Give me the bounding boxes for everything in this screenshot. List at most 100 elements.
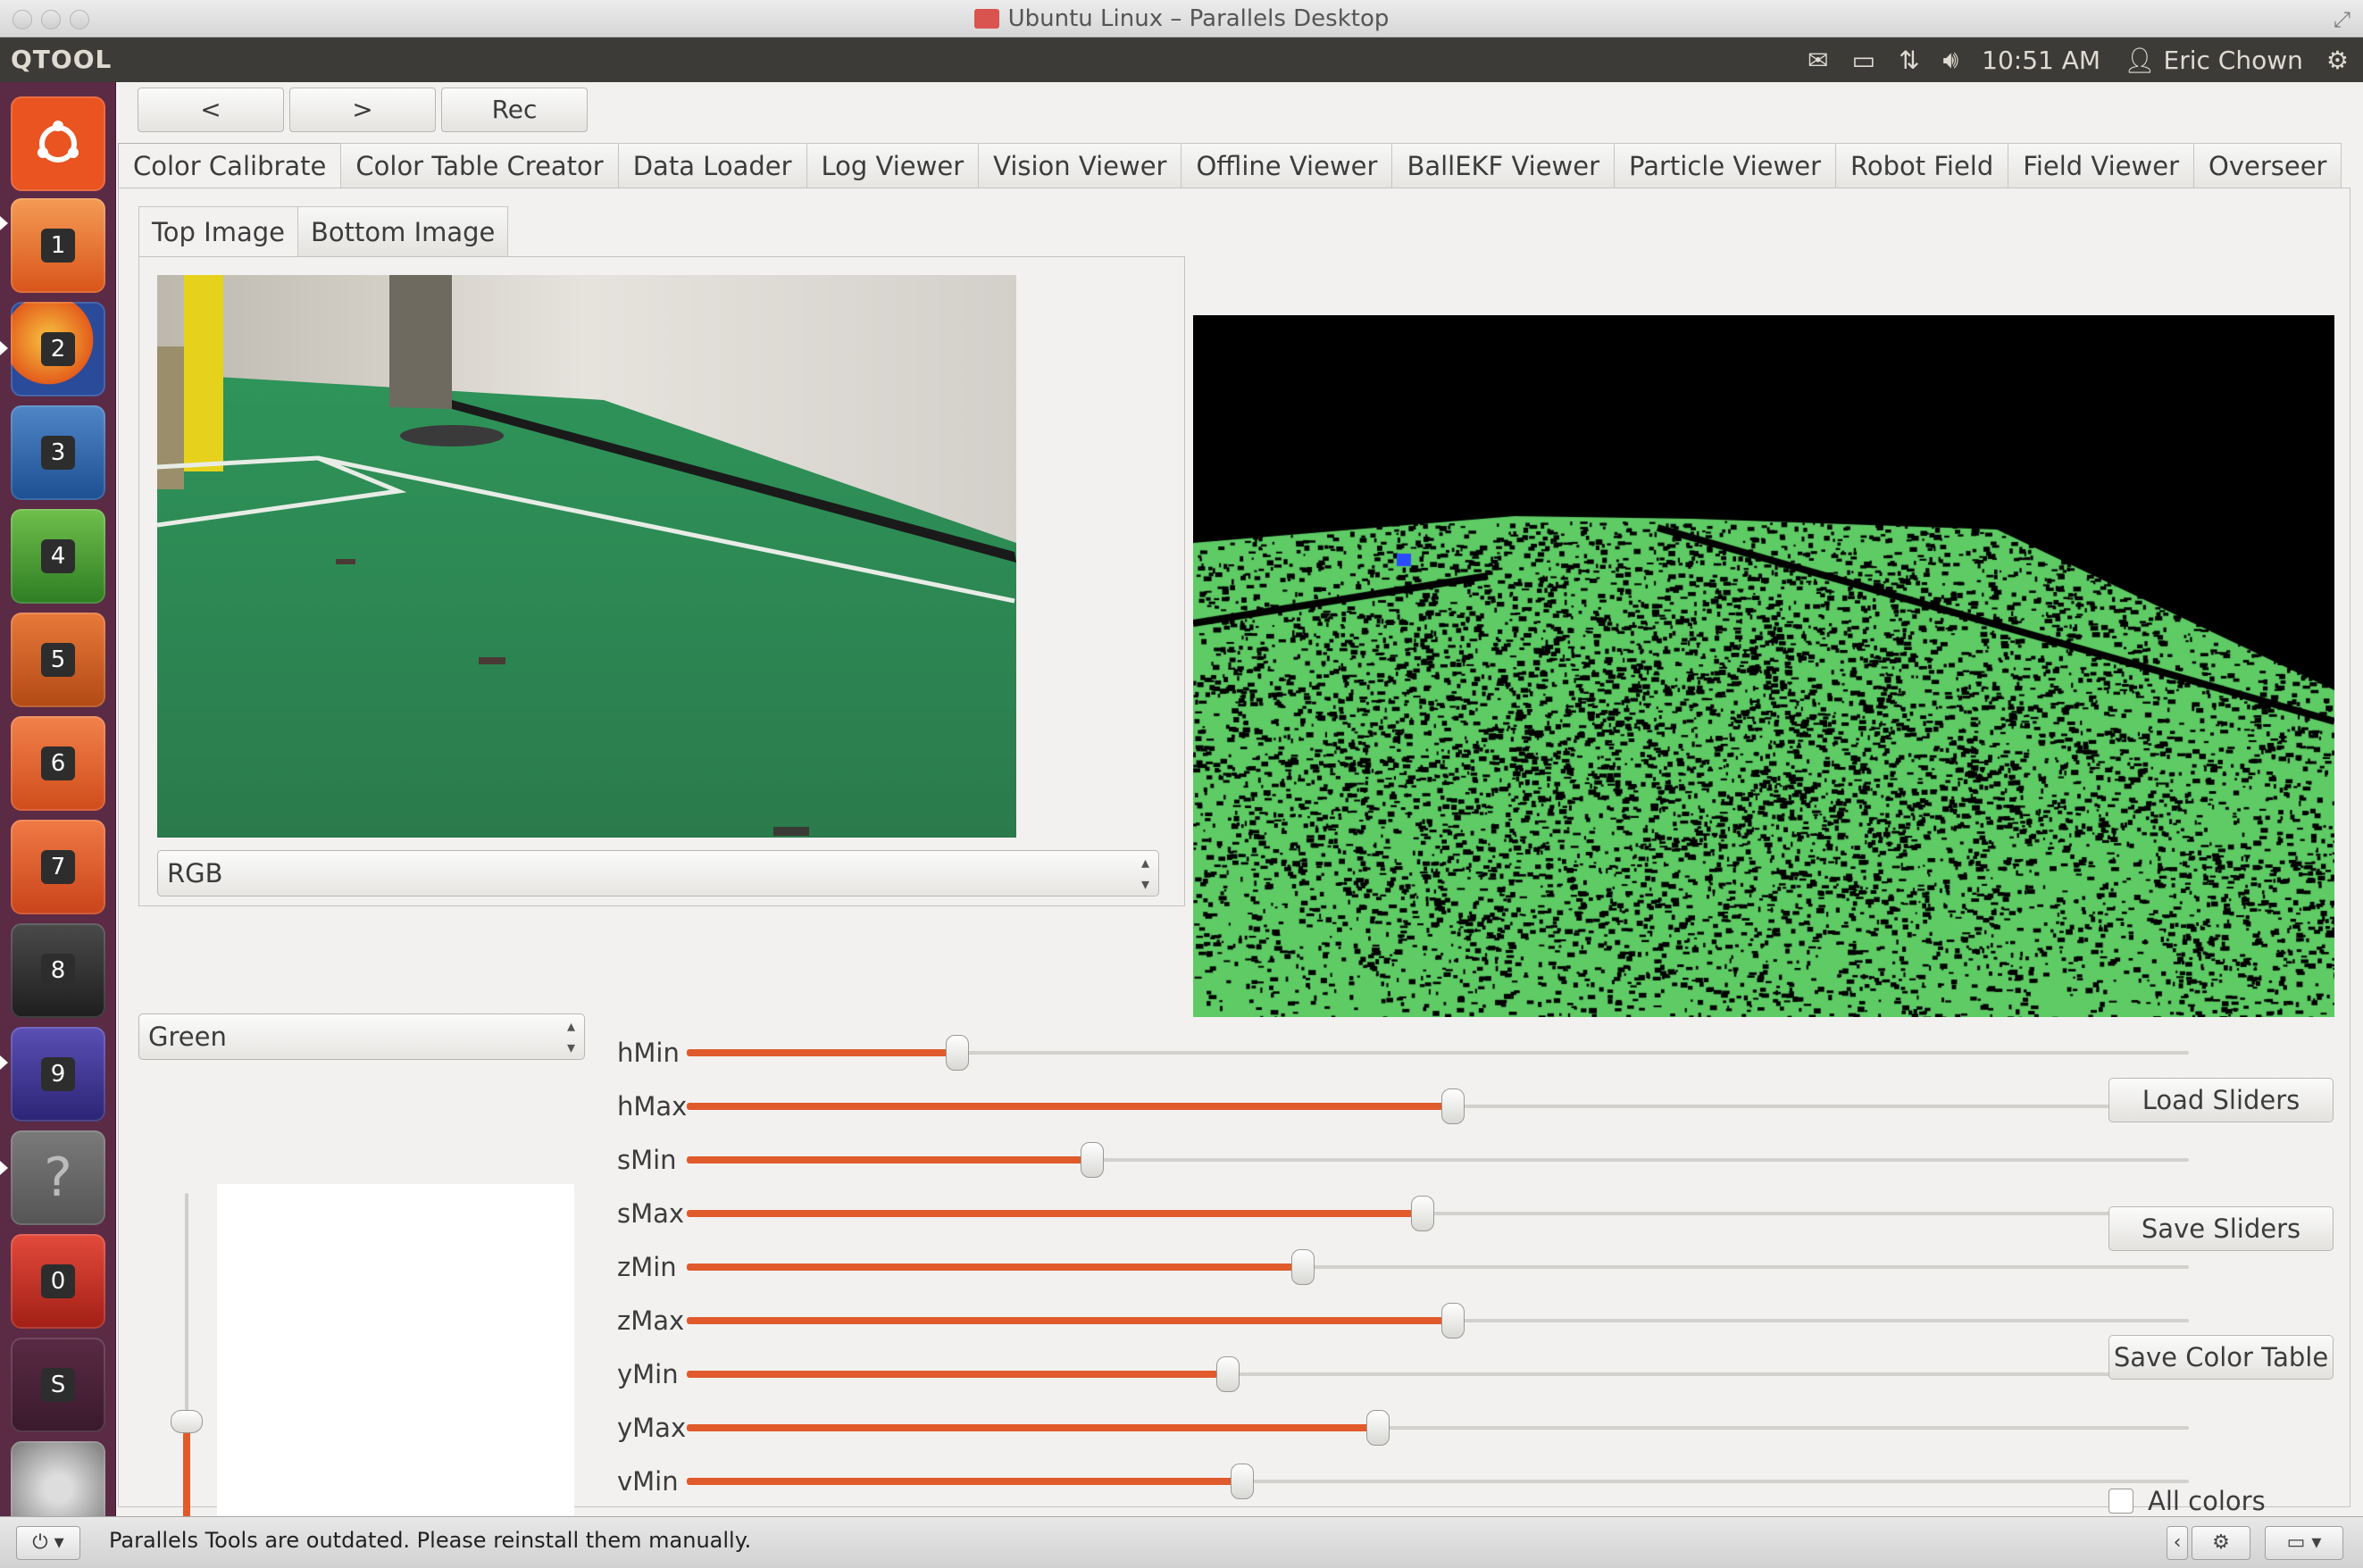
color-select[interactable]: Green ▴ ▾ (138, 1013, 585, 1060)
slider-track[interactable] (687, 1356, 2189, 1392)
user-menu[interactable]: 👤︎ Eric Chown (2124, 46, 2303, 75)
slider-handle[interactable] (1231, 1464, 1255, 1499)
slider-track[interactable] (687, 1142, 2189, 1178)
checkbox-box[interactable] (2108, 1489, 2133, 1514)
tab-log-viewer[interactable]: Log Viewer (806, 143, 980, 188)
next-button[interactable]: > (289, 88, 436, 132)
save-color-table-button[interactable]: Save Color Table (2108, 1335, 2334, 1380)
launcher-item-terminal[interactable]: 8 (11, 923, 105, 1018)
launcher-item-system-settings[interactable]: 0 (11, 1234, 105, 1329)
slider-row-vmin: vMin (617, 1460, 2189, 1503)
slider-track[interactable] (687, 1303, 2189, 1339)
slider-handle[interactable] (1365, 1410, 1390, 1446)
tab-robot-field[interactable]: Robot Field (1835, 143, 2009, 188)
launcher-badge: 1 (41, 229, 75, 263)
launcher-item-calc[interactable]: 4 (11, 509, 105, 604)
select-arrows-icon: ▴ ▾ (566, 1017, 575, 1057)
parallels-statusbar: ⏻ ▾ Parallels Tools are outdated. Please… (0, 1516, 2363, 1568)
vertical-slider[interactable] (171, 1193, 203, 1550)
collapse-left-button[interactable]: ‹ (2167, 1526, 2188, 1560)
slider-handle[interactable] (1081, 1142, 1105, 1178)
load-sliders-button[interactable]: Load Sliders (2108, 1078, 2334, 1122)
launcher-item-dvd[interactable] (11, 1441, 105, 1516)
launcher-item-eclipse[interactable]: 9 (11, 1027, 105, 1122)
tab-data-loader[interactable]: Data Loader (617, 143, 807, 188)
tab-field-viewer[interactable]: Field Viewer (2008, 143, 2195, 188)
tab-vision-viewer[interactable]: Vision Viewer (978, 143, 1182, 188)
vertical-slider-handle[interactable] (171, 1410, 203, 1433)
slider-handle[interactable] (1290, 1249, 1315, 1285)
launcher-item-ubuntu-one[interactable]: 7 (11, 820, 105, 914)
slider-handle[interactable] (945, 1035, 969, 1071)
image-tabs: Top Image Bottom Image (138, 206, 509, 256)
slider-fill (687, 1424, 1378, 1431)
slider-row-smin: sMin (617, 1138, 2189, 1181)
slider-track[interactable] (687, 1249, 2189, 1285)
launcher-badge: 3 (41, 436, 75, 470)
slider-label: yMin (617, 1359, 679, 1389)
slider-label: zMax (617, 1305, 685, 1336)
rec-button[interactable]: Rec (441, 88, 588, 132)
running-indicator (0, 341, 8, 355)
tab-color-table-creator[interactable]: Color Table Creator (340, 143, 619, 188)
prev-button[interactable]: < (138, 88, 284, 132)
slider-fill (687, 1371, 1228, 1378)
select-arrows-icon: ▴ ▾ (1140, 854, 1149, 894)
power-button[interactable]: ⏻ ▾ (16, 1526, 80, 1560)
launcher-item-writer[interactable]: 3 (11, 405, 105, 500)
tab-top-image[interactable]: Top Image (138, 206, 298, 256)
slider-track[interactable] (687, 1196, 2189, 1231)
launcher-badge: 2 (41, 332, 75, 366)
slider-handle[interactable] (1440, 1303, 1465, 1339)
vm-settings-button[interactable]: ⚙ (2192, 1526, 2250, 1560)
launcher-badge: 4 (41, 539, 75, 573)
volume-icon[interactable]: 🔊︎ (1943, 45, 1959, 75)
battery-icon[interactable]: ▭ (1852, 46, 1875, 75)
slider-row-smax: sMax (617, 1192, 2189, 1235)
settings-gear-icon[interactable]: ⚙ (2326, 46, 2349, 75)
tab-ballekf-viewer[interactable]: BallEKF Viewer (1391, 143, 1616, 188)
fullscreen-icon[interactable]: ⤢ (2334, 7, 2350, 32)
slider-fill (687, 1103, 1453, 1110)
color-mask-view[interactable] (1193, 315, 2334, 1017)
network-icon[interactable]: ⇅ (1899, 46, 1919, 75)
slider-label: hMax (617, 1091, 688, 1122)
slider-label: hMin (617, 1038, 680, 1068)
slider-label: sMin (617, 1145, 677, 1175)
save-sliders-button[interactable]: Save Sliders (2108, 1206, 2334, 1251)
slider-track[interactable] (687, 1088, 2189, 1124)
window-title: Ubuntu Linux – Parallels Desktop (0, 5, 2363, 32)
launcher-item-dash[interactable] (11, 96, 105, 191)
launcher-item-help[interactable]: ? (11, 1130, 105, 1225)
launcher-item-files[interactable]: 1 (11, 198, 105, 293)
tab-overseer[interactable]: Overseer (2193, 143, 2342, 188)
parallels-app-icon (973, 9, 999, 29)
gear-icon: ⚙ (2212, 1531, 2230, 1554)
launcher-badge: 0 (41, 1264, 75, 1298)
camera-image[interactable] (157, 275, 1016, 838)
launcher-item-workspace-switcher[interactable]: S (11, 1338, 105, 1432)
tab-bottom-image[interactable]: Bottom Image (296, 206, 509, 256)
image-mode-select[interactable]: RGB ▴ ▾ (157, 850, 1159, 897)
tab-color-calibrate[interactable]: Color Calibrate (118, 143, 342, 189)
slider-handle[interactable] (1440, 1088, 1465, 1124)
clock[interactable]: 10:51 AM (1982, 46, 2100, 75)
slider-track[interactable] (687, 1410, 2189, 1446)
mail-icon[interactable]: ✉ (1808, 46, 1828, 75)
launcher-item-software-center[interactable]: 6 (11, 716, 105, 811)
launcher-badge: 7 (41, 850, 75, 884)
slider-track[interactable] (687, 1464, 2189, 1499)
launcher-item-firefox[interactable]: 2 (11, 302, 105, 396)
field-photo (157, 275, 1016, 838)
all-colors-checkbox[interactable]: All colors (2108, 1483, 2266, 1519)
help-icon: ? (44, 1147, 72, 1209)
slider-handle[interactable] (1411, 1196, 1435, 1231)
slider-handle[interactable] (1215, 1356, 1240, 1392)
slider-fill (687, 1478, 1243, 1485)
slider-track[interactable] (687, 1035, 2189, 1071)
launcher-item-impress[interactable]: 5 (11, 613, 105, 707)
tab-offline-viewer[interactable]: Offline Viewer (1181, 143, 1393, 188)
panel-indicators: ✉ ▭ ⇅ 🔊︎ 10:51 AM 👤︎ Eric Chown ⚙ (1808, 43, 2349, 77)
view-mode-button[interactable]: ▭ ▾ (2265, 1526, 2343, 1560)
tab-particle-viewer[interactable]: Particle Viewer (1614, 143, 1836, 188)
